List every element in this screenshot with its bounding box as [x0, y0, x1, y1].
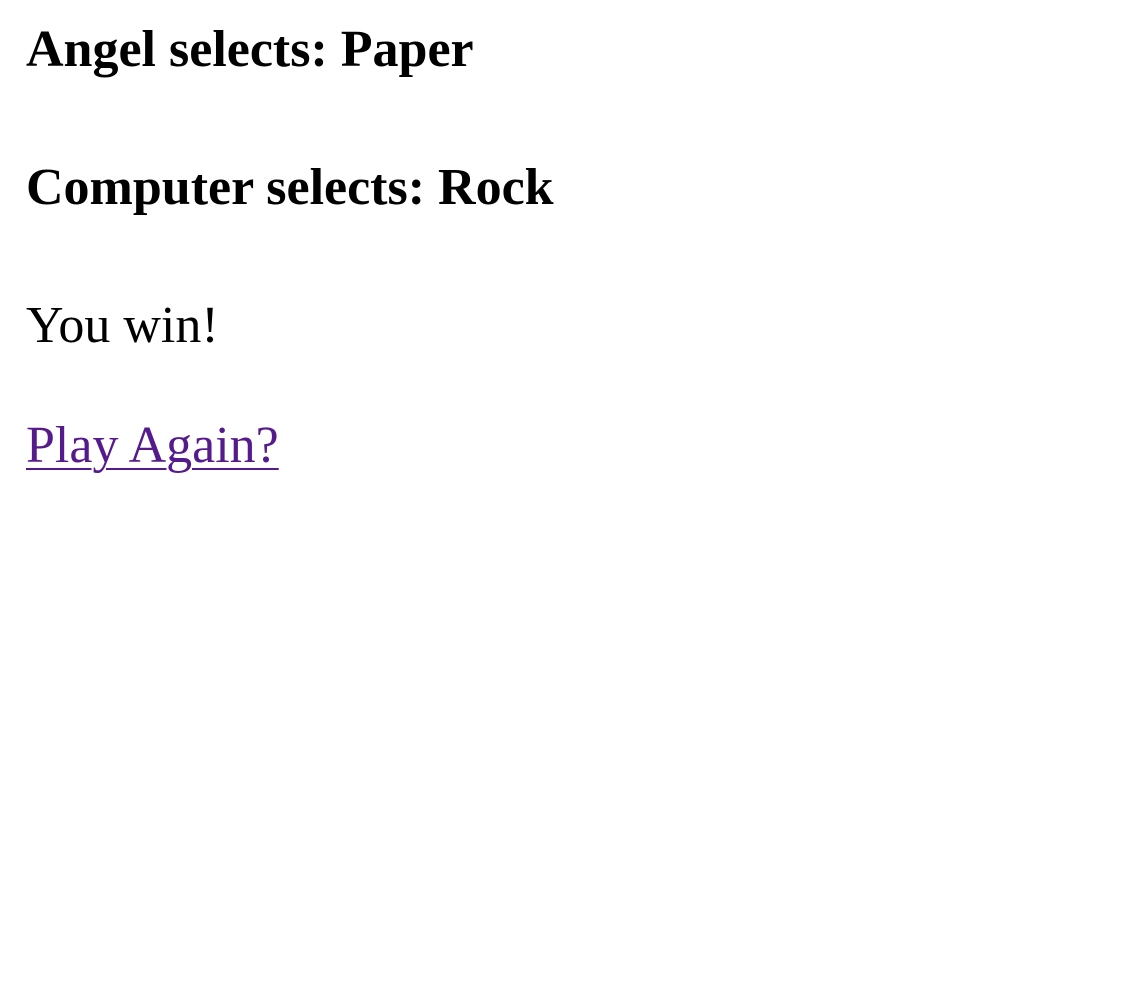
player-selection-heading: Angel selects: Paper: [26, 21, 474, 78]
computer-selection-heading: Computer selects: Rock: [26, 159, 554, 216]
game-result-text: You win!: [26, 297, 219, 354]
play-again-link[interactable]: Play Again?: [26, 416, 279, 476]
game-result-page: Angel selects: Paper Computer selects: R…: [0, 0, 1146, 1002]
